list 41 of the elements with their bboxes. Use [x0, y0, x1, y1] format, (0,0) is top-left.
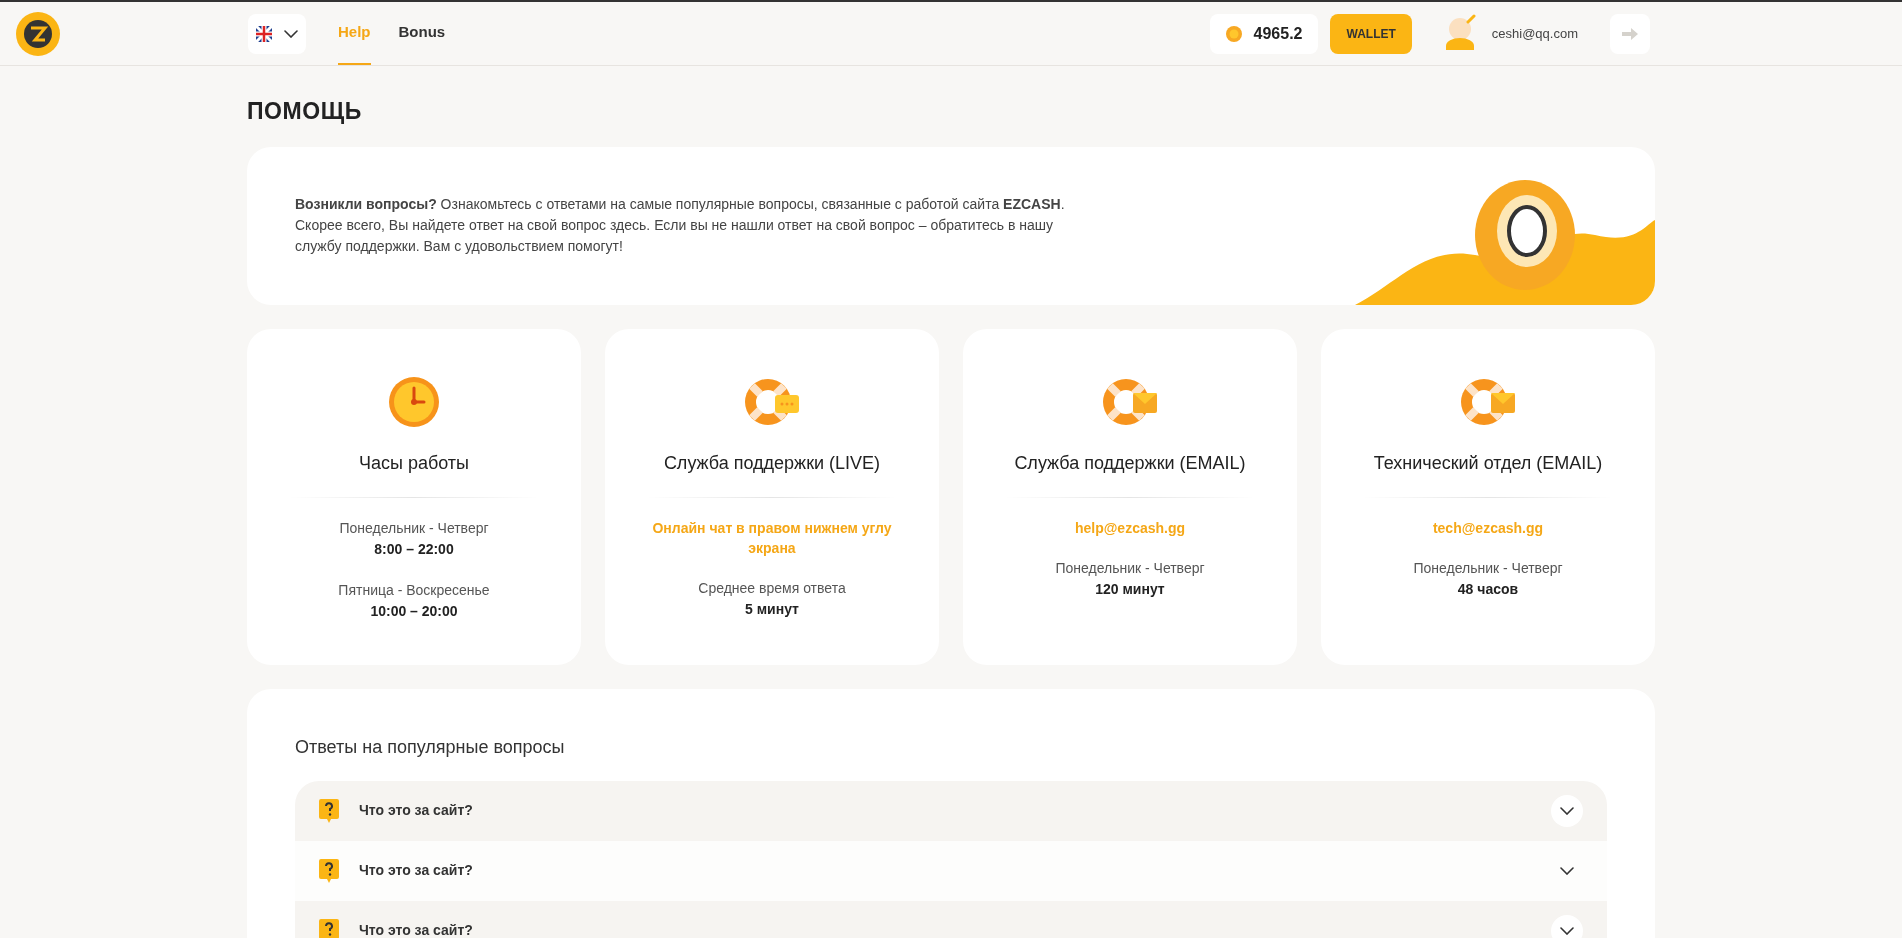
- wallet-button[interactable]: WALLET: [1330, 13, 1412, 54]
- coin-icon: [1225, 25, 1242, 42]
- card-title: Служба поддержки (LIVE): [663, 451, 881, 475]
- faq-question: Что это за сайт?: [359, 801, 473, 820]
- card-text: 8:00 – 22:00: [374, 539, 454, 559]
- card-title: Технический отдел (EMAIL): [1373, 451, 1603, 475]
- faq-question: Что это за сайт?: [359, 861, 473, 880]
- nav-tab[interactable]: Bonus: [398, 2, 446, 65]
- question-icon: [319, 858, 339, 883]
- question-icon: [319, 918, 339, 938]
- card-text: 48 часов: [1457, 579, 1519, 599]
- balance-display: 4965.2: [1209, 13, 1319, 54]
- card-text: 5 минут: [745, 599, 799, 619]
- faq-question: Что это за сайт?: [359, 921, 473, 938]
- expand-toggle[interactable]: [1551, 794, 1583, 827]
- chevron-icon: [1560, 926, 1574, 935]
- faq-title: Ответы на популярные вопросы: [295, 735, 566, 759]
- chevron-icon: [1560, 806, 1574, 815]
- card-text: 10:00 – 20:00: [370, 601, 458, 621]
- card-title: Часы работы: [358, 451, 470, 475]
- flag-icon: [256, 25, 272, 42]
- expand-toggle[interactable]: [1551, 914, 1583, 938]
- page-title: ПОМОЩЬ: [247, 97, 363, 126]
- faq-item[interactable]: Что это за сайт?: [295, 780, 1607, 841]
- arrow-right-icon: [1622, 27, 1638, 40]
- intro-text: Возникли вопросы? Ознакомьтесь с ответами на самые популярные вопросы, связанные с работой сайта EZCASH. Скорее всего, Вы найдете ответ на свой вопрос здесь. Если вы не нашли ответ на свой вопрос – обратитесь в нашу службу поддержки. Вам с удовольствием помогут!: [295, 195, 1066, 256]
- card-text: Понедельник - Четверг: [1055, 558, 1205, 578]
- card-title: Служба поддержки (EMAIL): [1014, 451, 1246, 475]
- chevron-icon: [284, 29, 298, 38]
- chevron-icon: [1560, 866, 1574, 875]
- card-text: Пятница - Воскресенье: [338, 580, 490, 600]
- card-text: Понедельник - Четверг: [1413, 558, 1563, 578]
- user-email[interactable]: ceshi@qq.com: [1491, 23, 1578, 44]
- card-text: Среднее время ответа: [698, 578, 846, 598]
- logo-icon[interactable]: [16, 11, 60, 56]
- card-text: 120 минут: [1095, 579, 1165, 599]
- question-icon: [319, 798, 339, 823]
- language-selector[interactable]: [248, 13, 306, 54]
- card-text: Понедельник - Четверг: [339, 518, 489, 538]
- faq-item[interactable]: Что это за сайт?: [295, 900, 1607, 938]
- clock-icon: [388, 375, 440, 428]
